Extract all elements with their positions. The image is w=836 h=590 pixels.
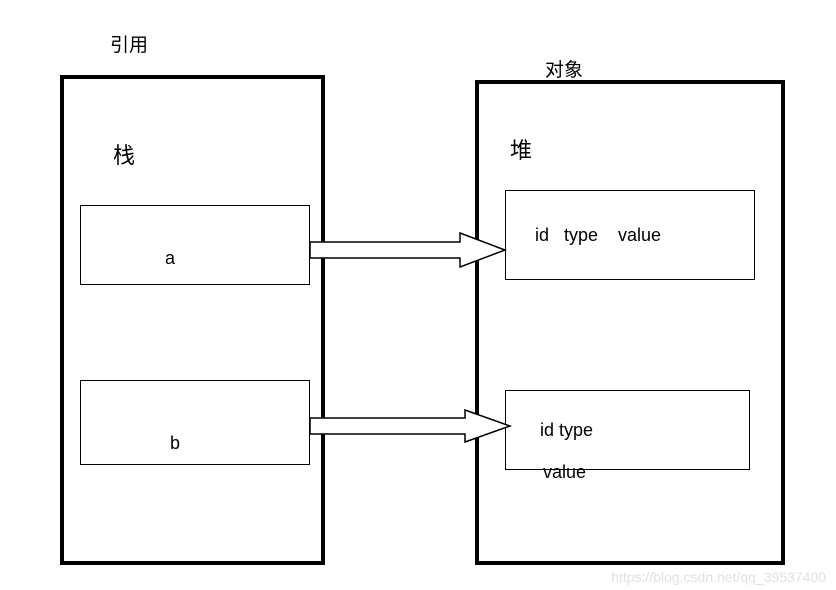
heap-item-2-text-line1: id type bbox=[540, 420, 593, 441]
stack-item-b-label: b bbox=[170, 433, 180, 454]
arrow-a-to-heap1 bbox=[310, 230, 510, 270]
reference-label: 引用 bbox=[110, 30, 148, 57]
watermark: https://blog.csdn.net/qq_39537400 bbox=[611, 569, 826, 585]
stack-item-b bbox=[80, 380, 310, 465]
stack-container bbox=[60, 75, 325, 565]
stack-item-a bbox=[80, 205, 310, 285]
stack-label: 栈 bbox=[113, 138, 135, 170]
stack-item-a-label: a bbox=[165, 248, 175, 269]
heap-item-1-text: id type value bbox=[535, 225, 661, 246]
arrow-b-to-heap2 bbox=[310, 408, 515, 448]
heap-label: 堆 bbox=[510, 133, 532, 165]
heap-item-2-text-line2: value bbox=[543, 462, 586, 483]
object-label: 对象 bbox=[545, 55, 583, 82]
